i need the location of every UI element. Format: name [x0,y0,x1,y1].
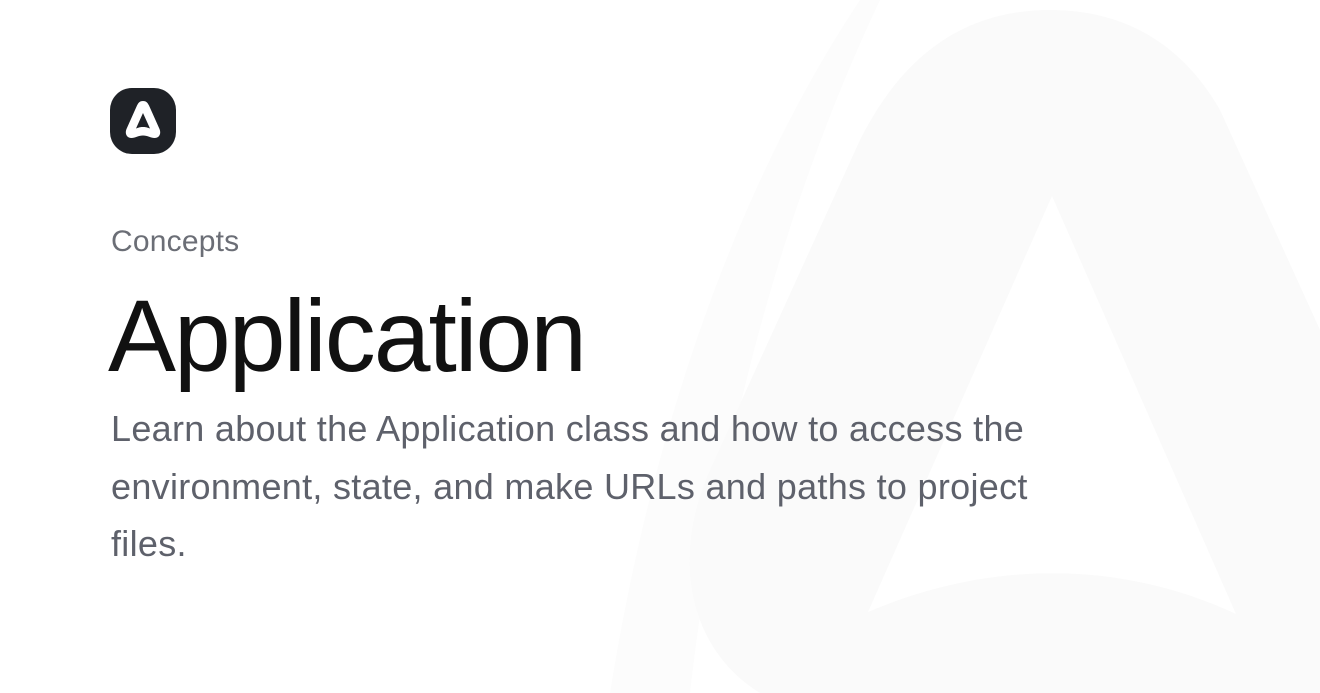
category-label: Concepts [111,225,240,258]
page-description: Learn about the Application class and ho… [111,408,1028,564]
page-title: Application [108,279,587,393]
adonisjs-logo-icon[interactable] [110,88,176,154]
